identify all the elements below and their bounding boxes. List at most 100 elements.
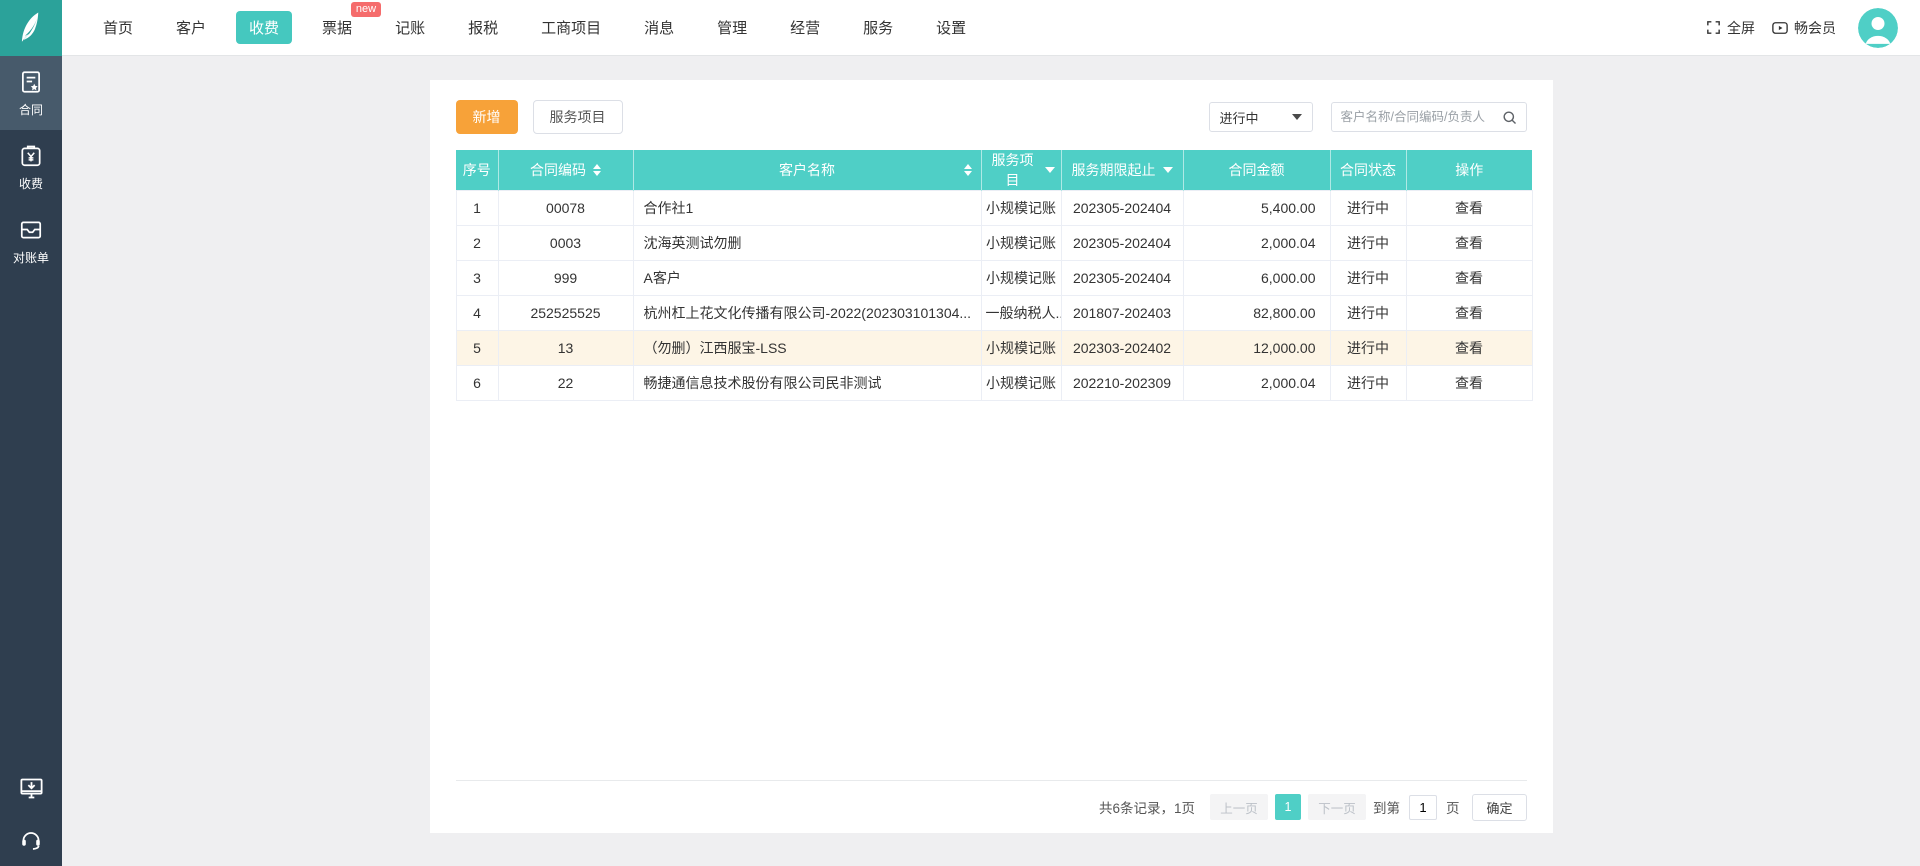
goto-page-input[interactable]	[1408, 794, 1437, 820]
table-row: 4 252525525 杭州杠上花文化传播有限公司-2022(20230310130…	[455, 295, 1533, 331]
client-download-icon[interactable]	[18, 775, 45, 802]
nav-tab-invoices[interactable]: 票据 new	[309, 2, 382, 44]
sidebar-item-label: 合同	[18, 103, 43, 117]
chevron-down-icon	[1291, 114, 1302, 120]
col-header-label: 序号	[462, 162, 491, 178]
view-link[interactable]: 查看	[1455, 235, 1483, 251]
nav-tab-fees[interactable]: 收费	[236, 11, 293, 44]
cell-service: 小规模记账	[980, 190, 1062, 226]
fullscreen-button[interactable]: 全屏	[1705, 18, 1755, 38]
status-filter-select[interactable]: 进行中	[1208, 102, 1313, 132]
nav-tab-customers[interactable]: 客户	[163, 11, 219, 44]
cell-customer: 合作社1	[632, 190, 982, 226]
nav-tab-management[interactable]: 管理	[704, 11, 760, 44]
cell-customer: 杭州杠上花文化传播有限公司-2022(202303101304...	[632, 295, 982, 331]
search-icon[interactable]	[1501, 109, 1526, 126]
nav-tab-settings[interactable]: 设置	[923, 11, 979, 44]
cell-service: 小规模记账	[980, 225, 1062, 261]
col-header-label: 合同金额	[1228, 162, 1285, 178]
table-row: 5 13 （勿删）江西服宝-LSS 小规模记账 202303-202402 12,000.…	[455, 330, 1533, 366]
fullscreen-icon	[1705, 19, 1722, 36]
cell-status: 进行中	[1329, 190, 1407, 226]
col-header-period[interactable]: 服务期限起止	[1061, 150, 1184, 191]
sidebar-item-label: 对账单	[12, 251, 49, 265]
cell-period: 202305-202404	[1060, 225, 1184, 261]
fullscreen-label: 全屏	[1727, 19, 1755, 36]
col-header-label: 服务项目	[991, 152, 1034, 188]
table-row: 3 999 A客户 小规模记账 202305-202404 6,000.00 进行中 查看	[455, 260, 1533, 296]
current-page-button[interactable]: 1	[1274, 794, 1301, 820]
nav-tab-operations[interactable]: 经营	[777, 11, 833, 44]
cell-action: 查看	[1405, 365, 1533, 401]
status-filter-value: 进行中	[1219, 110, 1259, 126]
col-header-label: 客户名称	[779, 162, 835, 178]
play-icon	[1771, 19, 1789, 37]
nav-tab-label: 管理	[717, 20, 748, 37]
col-header-code[interactable]: 合同编码	[498, 150, 634, 191]
member-label: 畅会员	[1794, 19, 1836, 36]
customer-support-icon[interactable]	[18, 826, 44, 852]
content-area: 新增 服务项目 进行中 序号合同编码客户名称服务项目服务期限起止合同金额合同状态…	[62, 56, 1920, 866]
confirm-button[interactable]: 确定	[1472, 793, 1527, 821]
toolbar-filters: 进行中	[1208, 102, 1527, 132]
cell-action: 查看	[1405, 295, 1533, 331]
col-header-label: 合同编码	[530, 162, 586, 178]
sidebar-item-contracts[interactable]: 合同	[0, 56, 62, 130]
nav-tab-label: 设置	[936, 20, 967, 37]
service-items-button[interactable]: 服务项目	[532, 100, 623, 134]
nav-tab-label: 报税	[468, 20, 499, 37]
view-link[interactable]: 查看	[1455, 340, 1483, 356]
col-header-action: 操作	[1406, 150, 1532, 191]
sidebar: 合同 收费 对账单	[0, 56, 62, 866]
nav-tab-messages[interactable]: 消息	[631, 11, 687, 44]
sort-icon[interactable]	[593, 164, 601, 176]
cell-service: 小规模记账	[980, 260, 1062, 296]
view-link[interactable]: 查看	[1455, 200, 1483, 216]
col-header-amount: 合同金额	[1183, 150, 1331, 191]
view-link[interactable]: 查看	[1455, 305, 1483, 321]
cell-customer: （勿删）江西服宝-LSS	[632, 330, 982, 366]
cell-code: 00078	[497, 190, 634, 226]
nav-tab-bookkeeping[interactable]: 记账	[382, 11, 438, 44]
avatar[interactable]	[1858, 7, 1898, 48]
filter-dropdown-icon[interactable]	[1162, 167, 1173, 173]
cell-period: 201807-202403	[1060, 295, 1184, 331]
sidebar-bottom	[0, 775, 62, 852]
sidebar-item-fees[interactable]: 收费	[0, 130, 62, 204]
col-header-customer[interactable]: 客户名称	[633, 150, 982, 191]
member-button[interactable]: 畅会员	[1771, 18, 1836, 38]
nav-tab-tax[interactable]: 报税	[455, 11, 511, 44]
cell-status: 进行中	[1329, 330, 1407, 366]
statement-icon	[18, 217, 44, 243]
fee-icon	[18, 143, 44, 169]
add-button[interactable]: 新增	[455, 100, 518, 134]
sort-icon[interactable]	[963, 164, 972, 176]
prev-page-button[interactable]: 上一页	[1209, 794, 1268, 820]
view-link[interactable]: 查看	[1455, 375, 1483, 391]
search-input[interactable]	[1331, 110, 1501, 124]
filter-dropdown-icon[interactable]	[1044, 167, 1055, 173]
cell-index: 2	[455, 225, 499, 261]
col-header-label: 合同状态	[1340, 162, 1396, 178]
cell-customer: 沈海英测试勿删	[632, 225, 982, 261]
new-badge: new	[350, 2, 382, 17]
nav-tab-home[interactable]: 首页	[90, 11, 146, 44]
cell-amount: 12,000.00	[1182, 330, 1331, 366]
nav-tab-services[interactable]: 服务	[850, 11, 906, 44]
nav-tab-label: 收费	[249, 20, 280, 37]
next-page-button[interactable]: 下一页	[1307, 794, 1366, 820]
app-logo[interactable]	[0, 0, 62, 56]
view-link[interactable]: 查看	[1455, 270, 1483, 286]
cell-index: 6	[455, 365, 499, 401]
table-row: 1 00078 合作社1 小规模记账 202305-202404 5,400.00 进行中 查…	[455, 190, 1533, 226]
nav-tab-label: 经营	[790, 20, 821, 37]
toolbar: 新增 服务项目 进行中	[430, 80, 1553, 148]
cell-amount: 5,400.00	[1182, 190, 1331, 226]
nav-tab-business-projects[interactable]: 工商项目	[528, 11, 614, 44]
col-header-service[interactable]: 服务项目	[981, 150, 1062, 191]
table-row: 6 22 畅捷通信息技术股份有限公司民非测试 小规模记账 202210-202309 2,…	[455, 365, 1533, 401]
cell-code: 252525525	[497, 295, 634, 331]
cell-amount: 2,000.04	[1182, 225, 1331, 261]
sidebar-item-statements[interactable]: 对账单	[0, 204, 62, 278]
cell-customer: 畅捷通信息技术股份有限公司民非测试	[632, 365, 982, 401]
